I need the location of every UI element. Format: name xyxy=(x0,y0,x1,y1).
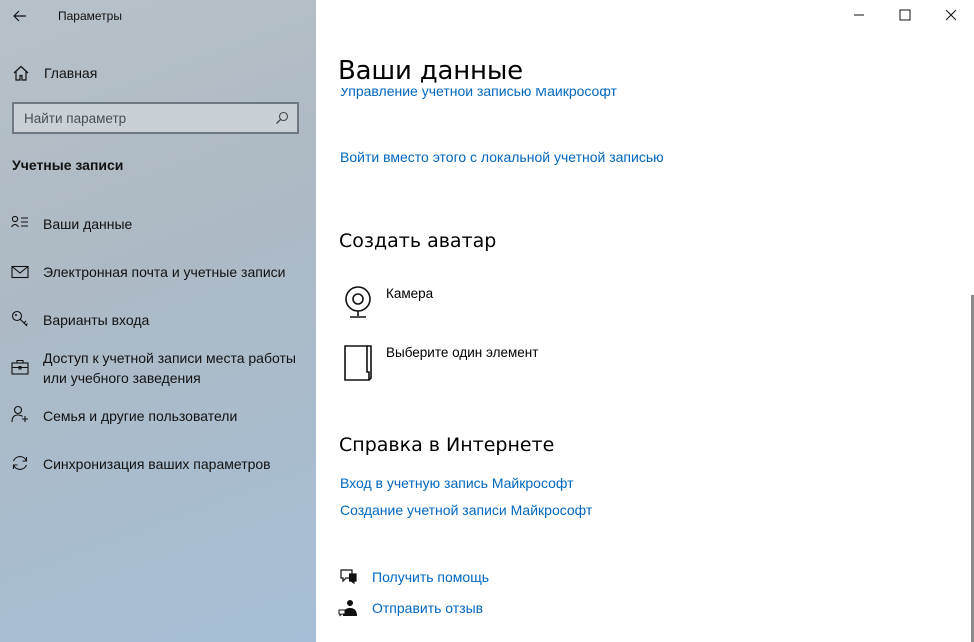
sidebar-item-email[interactable]: Электронная почта и учетные записи xyxy=(0,260,316,284)
help-heading: Справка в Интернете xyxy=(339,434,555,456)
title-bar: Параметры xyxy=(0,0,316,32)
main-content: Ваши данные Управление учетной записью М… xyxy=(316,0,974,642)
section-title: Учетные записи xyxy=(12,157,124,173)
sidebar-item-sign-in[interactable]: Варианты входа xyxy=(0,308,316,332)
maximize-icon xyxy=(899,9,911,21)
chat-help-icon xyxy=(340,569,357,585)
camera-icon xyxy=(345,286,371,318)
local-account-link[interactable]: Войти вместо этого с локальной учетной з… xyxy=(340,149,664,165)
camera-label: Камера xyxy=(386,286,434,301)
feedback-link[interactable]: Отправить отзыв xyxy=(338,597,598,619)
search-placeholder: Найти параметр xyxy=(24,111,127,126)
get-help-label: Получить помощь xyxy=(372,569,490,585)
sidebar-item-sync[interactable]: Синхронизация ваших параметров xyxy=(0,452,316,476)
manage-account-link-text: Управление учетной записью Майкрософт xyxy=(340,88,617,99)
browse-label: Выберите один элемент xyxy=(386,345,539,360)
minimize-icon xyxy=(854,14,864,16)
sidebar-item-family[interactable]: Семья и другие пользователи xyxy=(0,404,316,428)
help-link-sign-in[interactable]: Вход в учетную запись Майкрософт xyxy=(340,475,574,491)
back-button[interactable] xyxy=(6,2,34,30)
sidebar-item-label: Семья и другие пользователи xyxy=(43,408,238,424)
window-title: Параметры xyxy=(58,9,122,23)
sidebar-item-label: Ваши данные xyxy=(43,216,133,232)
person-list-icon xyxy=(11,215,28,228)
get-help-link[interactable]: Получить помощь xyxy=(338,566,598,588)
search-icon xyxy=(276,111,289,124)
file-icon xyxy=(344,345,372,381)
sidebar-item-work-access[interactable]: Доступ к учетной записи места работы или… xyxy=(0,346,316,390)
camera-option[interactable]: Камера xyxy=(340,282,640,322)
help-link-create-account[interactable]: Создание учетной записи Майкрософт xyxy=(340,502,592,518)
home-link[interactable]: Главная xyxy=(0,56,316,90)
browse-option[interactable]: Выберите один элемент xyxy=(340,343,640,383)
mail-icon xyxy=(11,265,29,279)
page-title: Ваши данные xyxy=(338,56,523,86)
sidebar-item-label: Синхронизация ваших параметров xyxy=(43,456,271,472)
maximize-button[interactable] xyxy=(882,0,928,30)
manage-account-link[interactable]: Управление учетной записью Майкрософт xyxy=(340,88,617,101)
feedback-label: Отправить отзыв xyxy=(372,600,484,616)
close-icon xyxy=(945,9,957,21)
briefcase-icon xyxy=(11,359,29,375)
sidebar-item-label: Доступ к учетной записи места работы или… xyxy=(43,350,296,386)
home-icon xyxy=(13,65,29,81)
key-icon xyxy=(11,310,28,327)
sidebar-item-label: Варианты входа xyxy=(43,312,150,328)
feedback-icon xyxy=(338,600,357,617)
close-button[interactable] xyxy=(928,0,974,30)
person-add-icon xyxy=(11,405,28,423)
sidebar: Параметры Главная Найти параметр Учетные… xyxy=(0,0,316,642)
avatar-heading: Создать аватар xyxy=(339,230,497,252)
sidebar-item-label: Электронная почта и учетные записи xyxy=(43,264,286,280)
sidebar-item-your-info[interactable]: Ваши данные xyxy=(0,212,316,236)
search-input[interactable]: Найти параметр xyxy=(12,102,299,134)
home-label: Главная xyxy=(44,65,98,81)
sync-icon xyxy=(12,456,28,470)
minimize-button[interactable] xyxy=(836,0,882,30)
back-arrow-icon xyxy=(13,10,26,22)
